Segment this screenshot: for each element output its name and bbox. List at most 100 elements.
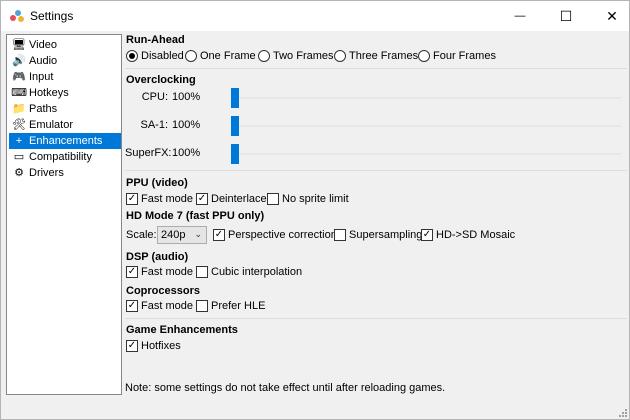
sidebar-item-label: Compatibility: [29, 151, 92, 163]
radio-label: One Frame: [200, 50, 256, 62]
radio-label: Disabled: [141, 50, 184, 62]
app-logo-icon: [10, 10, 24, 22]
sa1-slider-value: 100%: [172, 119, 201, 131]
compat-icon: ▭: [13, 150, 25, 163]
cpu-slider-row: CPU: 100%: [125, 88, 627, 108]
runahead-option-three-frames[interactable]: Three Frames: [334, 48, 418, 64]
tools-icon: 🛠: [12, 118, 26, 131]
sidebar-item-audio[interactable]: 🔊 Audio: [9, 53, 121, 69]
radio-indicator: [418, 50, 430, 62]
monitor-icon: 🖥: [12, 38, 26, 51]
close-icon: ✕: [606, 7, 618, 24]
prefer-hle-checkbox[interactable]: Prefer HLE: [196, 298, 265, 314]
runahead-title: Run-Ahead: [126, 34, 185, 46]
superfx-slider-thumb[interactable]: [231, 144, 239, 164]
sidebar-item-paths[interactable]: 📁 Paths: [9, 101, 121, 117]
sidebar-item-input[interactable]: 🎮 Input: [9, 69, 121, 85]
runahead-option-disabled[interactable]: Disabled: [126, 48, 184, 64]
sidebar-item-emulator[interactable]: 🛠 Emulator: [9, 117, 121, 133]
separator: [125, 318, 627, 319]
ppu-deinterlace-checkbox[interactable]: ✓ Deinterlace: [196, 191, 267, 207]
ppu-no-sprite-limit-checkbox[interactable]: No sprite limit: [267, 191, 349, 207]
perspective-correction-checkbox[interactable]: ✓ Perspective correction: [213, 227, 337, 243]
cubic-interpolation-checkbox[interactable]: Cubic interpolation: [196, 264, 302, 280]
sidebar-item-compatibility[interactable]: ▭ Compatibility: [9, 149, 121, 165]
checkbox-label: Fast mode: [141, 266, 193, 278]
cpu-slider-thumb[interactable]: [231, 88, 239, 108]
sidebar-item-label: Enhancements: [29, 135, 103, 147]
supersampling-checkbox[interactable]: Supersampling: [334, 227, 422, 243]
sa1-slider-label: SA-1:: [140, 119, 168, 131]
sa1-slider[interactable]: [231, 116, 621, 136]
superfx-slider-row: SuperFX: 100%: [125, 144, 627, 164]
window-title: Settings: [30, 9, 74, 23]
checkbox-label: HD->SD Mosaic: [436, 229, 516, 241]
radio-label: Four Frames: [433, 50, 496, 62]
maximize-button[interactable]: ☐: [543, 1, 589, 31]
checkbox-label: Fast mode: [141, 300, 193, 312]
gear-icon: ⚙: [14, 166, 24, 179]
superfx-slider-label: SuperFX:: [125, 147, 172, 159]
sidebar-item-label: Audio: [29, 55, 58, 67]
game-enhancements-title: Game Enhancements: [126, 324, 238, 336]
radio-indicator: [126, 50, 138, 62]
checkbox-label: Supersampling: [349, 229, 423, 241]
dsp-fast-mode-checkbox[interactable]: ✓ Fast mode: [126, 264, 193, 280]
overclocking-title: Overclocking: [126, 74, 196, 86]
checkbox-label: Deinterlace: [211, 193, 267, 205]
checkbox-label: Cubic interpolation: [211, 266, 303, 278]
minimize-button[interactable]: —: [497, 1, 543, 31]
checkbox-label: Perspective correction: [228, 229, 337, 241]
checkmark-icon: ✓: [126, 266, 138, 278]
dsp-title: DSP (audio): [126, 251, 189, 263]
status-bar: [1, 399, 629, 419]
sidebar-item-video[interactable]: 🖥 Video: [9, 37, 121, 53]
resize-grip-icon[interactable]: [617, 407, 627, 417]
chevron-down-icon: ⌄: [194, 229, 202, 239]
settings-category-list[interactable]: 🖥 Video 🔊 Audio 🎮 Input ⌨ Hotkeys 📁 Path…: [6, 34, 122, 395]
sa1-slider-thumb[interactable]: [231, 116, 239, 136]
keyboard-icon: ⌨: [11, 86, 27, 99]
superfx-slider[interactable]: [231, 144, 621, 164]
hdmode7-row: Scale: 240p ⌄ ✓ Perspective correction S…: [125, 226, 627, 246]
close-button[interactable]: ✕: [589, 1, 630, 31]
sidebar-item-label: Hotkeys: [29, 87, 69, 99]
checkbox-label: Fast mode: [141, 193, 193, 205]
checkbox-box: [196, 266, 208, 278]
joypad-icon: 🎮: [12, 70, 26, 83]
separator: [125, 68, 627, 69]
checkbox-label: Prefer HLE: [211, 300, 266, 312]
hotfixes-checkbox[interactable]: ✓ Hotfixes: [126, 338, 181, 354]
superfx-slider-value: 100%: [172, 147, 201, 159]
checkmark-icon: ✓: [196, 193, 208, 205]
cpu-slider-label: CPU:: [141, 91, 168, 103]
cpu-slider-value: 100%: [172, 91, 201, 103]
ppu-fast-mode-checkbox[interactable]: ✓ Fast mode: [126, 191, 193, 207]
cpu-slider[interactable]: [231, 88, 621, 108]
checkmark-icon: ✓: [421, 229, 433, 241]
sidebar-item-drivers[interactable]: ⚙ Drivers: [9, 165, 121, 181]
scale-select[interactable]: 240p ⌄: [157, 226, 207, 244]
sidebar-item-label: Drivers: [29, 167, 64, 179]
speaker-icon: 🔊: [12, 54, 26, 67]
runahead-option-two-frames[interactable]: Two Frames: [258, 48, 334, 64]
radio-indicator: [185, 50, 197, 62]
maximize-icon: ☐: [559, 7, 573, 24]
hdmode7-title: HD Mode 7 (fast PPU only): [126, 210, 265, 222]
sidebar-item-label: Paths: [29, 103, 58, 115]
sidebar-item-enhancements[interactable]: + Enhancements: [9, 133, 121, 149]
coprocessors-title: Coprocessors: [126, 285, 200, 297]
runahead-option-one-frame[interactable]: One Frame: [185, 48, 256, 64]
runahead-option-four-frames[interactable]: Four Frames: [418, 48, 496, 64]
coprocessors-fast-mode-checkbox[interactable]: ✓ Fast mode: [126, 298, 193, 314]
scale-select-value: 240p: [161, 229, 186, 241]
sidebar-item-hotkeys[interactable]: ⌨ Hotkeys: [9, 85, 121, 101]
enhancements-panel: Run-Ahead Disabled One Frame Two Frames …: [125, 34, 627, 395]
minimize-icon: —: [514, 10, 526, 22]
checkmark-icon: ✓: [126, 300, 138, 312]
scale-label: Scale:: [126, 229, 157, 241]
separator: [125, 170, 627, 171]
radio-label: Two Frames: [273, 50, 334, 62]
hd-sd-mosaic-checkbox[interactable]: ✓ HD->SD Mosaic: [421, 227, 515, 243]
checkmark-icon: ✓: [126, 193, 138, 205]
